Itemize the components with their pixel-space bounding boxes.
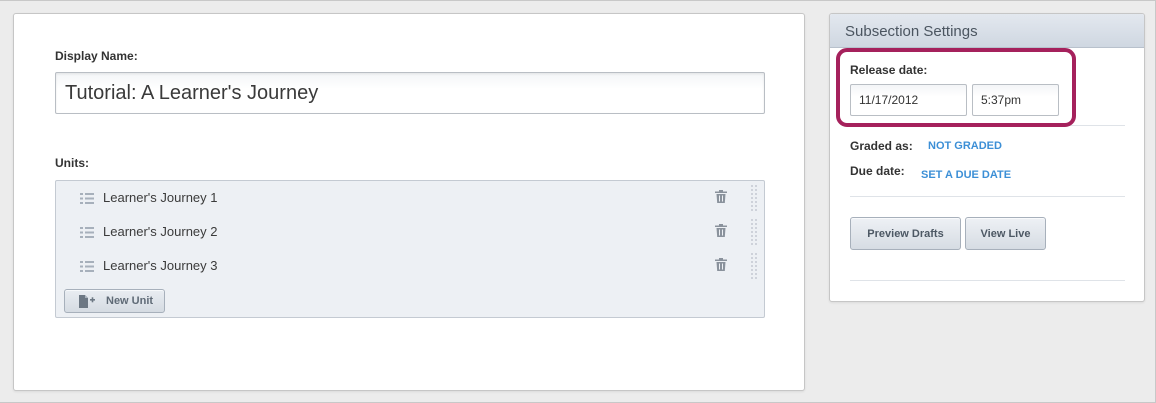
subsection-settings-panel: Subsection Settings Release date: Graded… — [829, 13, 1145, 302]
trash-icon[interactable] — [715, 190, 727, 203]
list-icon — [80, 261, 94, 272]
drag-handle-icon[interactable] — [750, 252, 758, 280]
graded-as-label: Graded as: — [850, 139, 913, 153]
display-name-label: Display Name: — [55, 49, 138, 63]
unit-row[interactable]: Learner's Journey 3 — [56, 249, 764, 283]
graded-as-link[interactable]: NOT GRADED — [928, 140, 1002, 152]
unit-row[interactable]: Learner's Journey 2 — [56, 215, 764, 249]
trash-icon[interactable] — [715, 258, 727, 271]
unit-row[interactable]: Learner's Journey 1 — [56, 181, 764, 215]
settings-title: Subsection Settings — [845, 23, 978, 40]
unit-name[interactable]: Learner's Journey 1 — [103, 190, 218, 205]
divider — [850, 280, 1125, 281]
settings-header: Subsection Settings — [830, 14, 1144, 48]
subsection-editor-panel: Display Name: Units: Learner's Journey 1 — [13, 13, 805, 391]
display-name-input[interactable] — [55, 72, 765, 114]
new-unit-button[interactable]: New Unit — [64, 289, 165, 313]
release-date-input[interactable] — [850, 84, 967, 116]
divider — [850, 196, 1125, 197]
units-list: Learner's Journey 1 Learner's Journey 2 … — [55, 180, 765, 318]
drag-handle-icon[interactable] — [750, 184, 758, 212]
divider — [850, 125, 1125, 126]
drag-handle-icon[interactable] — [750, 218, 758, 246]
release-time-input[interactable] — [972, 84, 1059, 116]
preview-drafts-button[interactable]: Preview Drafts — [850, 217, 961, 250]
unit-name[interactable]: Learner's Journey 2 — [103, 224, 218, 239]
unit-name[interactable]: Learner's Journey 3 — [103, 258, 218, 273]
view-live-button[interactable]: View Live — [965, 217, 1046, 250]
trash-icon[interactable] — [715, 224, 727, 237]
list-icon — [80, 193, 94, 204]
set-due-date-link[interactable]: SET A DUE DATE — [921, 169, 1011, 181]
list-icon — [80, 227, 94, 238]
units-label: Units: — [55, 156, 89, 170]
due-date-label: Due date: — [850, 164, 905, 178]
release-date-label: Release date: — [850, 63, 928, 77]
new-unit-label: New Unit — [106, 295, 154, 307]
document-plus-icon — [79, 295, 95, 308]
